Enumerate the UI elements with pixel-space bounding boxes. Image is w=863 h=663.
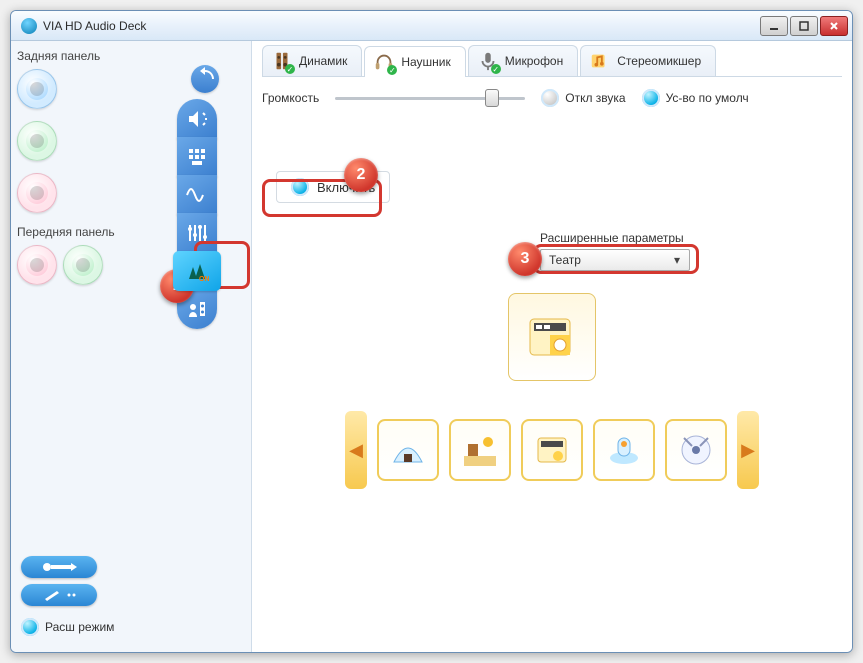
undo-button[interactable]: [191, 65, 219, 93]
volume-label: Громкость: [262, 91, 319, 105]
speaker-config-tool-button[interactable]: [177, 137, 217, 177]
speaker-icon: ✓: [271, 50, 293, 72]
carousel-item[interactable]: [449, 419, 511, 481]
settings-pill-button[interactable]: [21, 584, 97, 606]
environment-tool-button[interactable]: ON: [173, 251, 221, 291]
titlebar: VIA HD Audio Deck: [11, 11, 852, 41]
check-icon: ✓: [387, 65, 397, 75]
tab-stereomix[interactable]: Стереомикшер: [580, 45, 716, 76]
bottom-controls: Расш режим: [21, 556, 114, 636]
front-jack-green[interactable]: [63, 245, 103, 285]
tab-speaker[interactable]: ✓ Динамик: [262, 45, 362, 76]
carousel-item[interactable]: [665, 419, 727, 481]
window-title: VIA HD Audio Deck: [43, 19, 760, 33]
device-tabs: ✓ Динамик ✓ Наушник ✓ Микрофо: [262, 45, 842, 77]
tab-label: Микрофон: [505, 54, 563, 68]
preset-preview: [508, 293, 596, 381]
check-icon: ✓: [491, 64, 501, 74]
window-controls: [760, 16, 848, 36]
carousel-item[interactable]: [377, 419, 439, 481]
preset-carousel: ◀ ▶: [262, 411, 842, 489]
maximize-button[interactable]: [790, 16, 818, 36]
callout-3-badge: 3: [508, 242, 542, 276]
rear-jack-blue[interactable]: [17, 69, 57, 109]
rear-jack-pink[interactable]: [17, 173, 57, 213]
mode-label: Расш режим: [45, 620, 114, 634]
left-sidebar: Задняя панель Передняя панель: [11, 41, 251, 652]
stereomix-icon: [589, 50, 611, 72]
tab-label: Наушник: [401, 55, 450, 69]
default-device-toggle[interactable]: Ус-во по умолч: [642, 89, 749, 107]
chevron-down-icon: ▾: [669, 252, 685, 268]
rear-jack-green[interactable]: [17, 121, 57, 161]
mute-label: Откл звука: [565, 91, 625, 105]
volume-tool-button[interactable]: [177, 99, 217, 139]
connector-detect-button[interactable]: [21, 556, 97, 578]
enable-radio-icon: [291, 178, 309, 196]
main-panel: ✓ Динамик ✓ Наушник ✓ Микрофо: [251, 41, 852, 652]
enable-toggle[interactable]: Включить: [276, 171, 390, 203]
default-device-label: Ус-во по умолч: [666, 91, 749, 105]
advanced-params-label: Расширенные параметры: [540, 231, 690, 245]
rear-panel-label: Задняя панель: [17, 49, 141, 63]
svg-text:ON: ON: [199, 276, 209, 283]
microphone-icon: ✓: [477, 50, 499, 72]
close-button[interactable]: [820, 16, 848, 36]
waveform-tool-button[interactable]: [177, 175, 217, 215]
preset-select[interactable]: Театр ▾: [540, 249, 690, 271]
mute-toggle[interactable]: Откл звука: [541, 89, 625, 107]
volume-row: Громкость Откл звука Ус-во по умолч: [262, 89, 842, 107]
volume-slider[interactable]: [335, 89, 525, 107]
minimize-button[interactable]: [760, 16, 788, 36]
carousel-prev-button[interactable]: ◀: [345, 411, 367, 489]
equalizer-tool-button[interactable]: [177, 213, 217, 253]
content-body: Задняя панель Передняя панель: [11, 41, 852, 652]
tab-headphone[interactable]: ✓ Наушник: [364, 46, 465, 77]
carousel-item[interactable]: [521, 419, 583, 481]
carousel-item[interactable]: [593, 419, 655, 481]
front-panel-label: Передняя панель: [17, 225, 141, 239]
select-value: Театр: [549, 253, 581, 267]
front-jack-pink[interactable]: [17, 245, 57, 285]
default-radio-icon: [642, 89, 660, 107]
carousel-next-button[interactable]: ▶: [737, 411, 759, 489]
tab-label: Стереомикшер: [617, 54, 701, 68]
slider-thumb[interactable]: [485, 89, 499, 107]
mode-toggle[interactable]: Расш режим: [21, 618, 114, 636]
app-window: VIA HD Audio Deck Задняя панель Передняя…: [10, 10, 853, 653]
mute-radio-icon: [541, 89, 559, 107]
room-correction-tool-button[interactable]: [177, 289, 217, 329]
check-icon: ✓: [285, 64, 295, 74]
headphone-icon: ✓: [373, 51, 395, 73]
enable-label: Включить: [317, 180, 375, 195]
app-icon: [21, 18, 37, 34]
mode-radio-icon: [21, 618, 39, 636]
tab-microphone[interactable]: ✓ Микрофон: [468, 45, 578, 76]
tool-column: ON: [175, 65, 219, 646]
tab-label: Динамик: [299, 54, 347, 68]
